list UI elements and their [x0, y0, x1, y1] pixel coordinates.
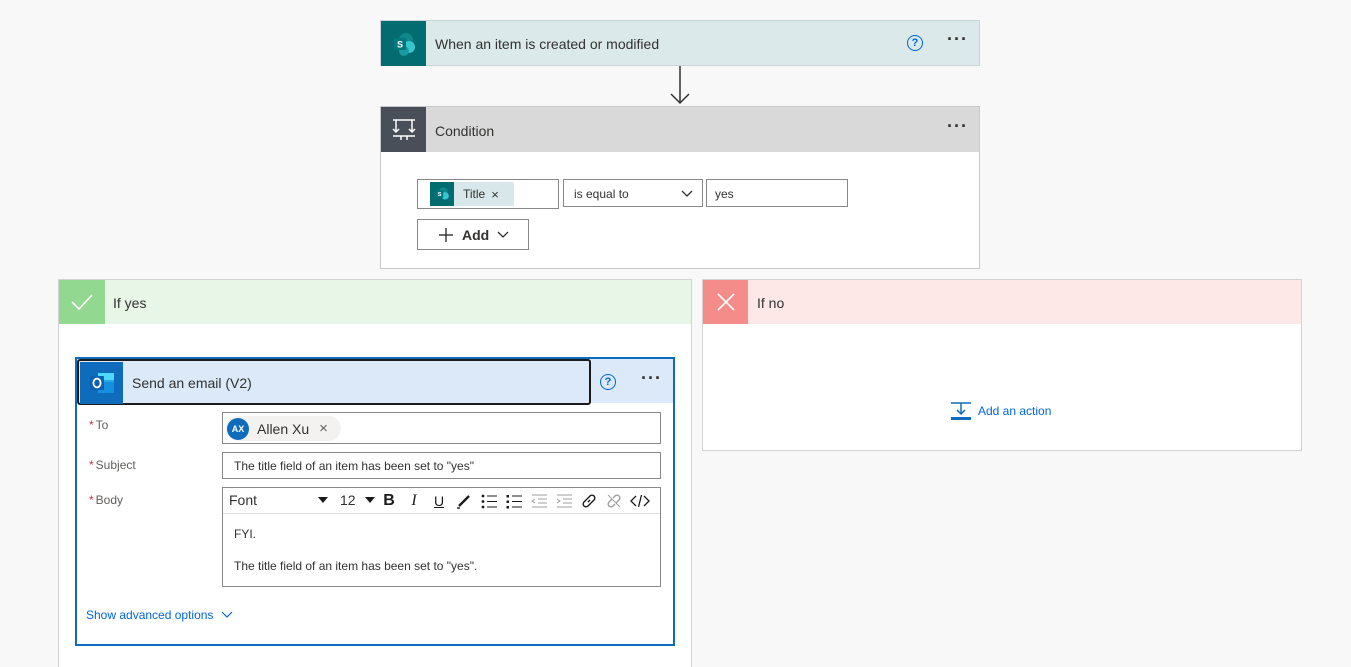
email-header[interactable]: Send an email (V2) [77, 359, 591, 405]
rich-text-toolbar: Font 12 B I U [223, 488, 660, 514]
condition-left-operand[interactable]: S Title × [417, 179, 559, 209]
recipient-chip[interactable]: AX Allen Xu × [226, 416, 341, 441]
check-icon [59, 280, 105, 324]
more-options-icon[interactable]: ··· [947, 117, 968, 135]
add-action-icon [950, 401, 972, 421]
body-line: FYI. [234, 527, 257, 541]
chevron-down-icon [221, 611, 233, 619]
if-no-header [703, 280, 1301, 324]
advanced-label: Show advanced options [86, 608, 214, 622]
to-label: * To [89, 418, 109, 432]
condition-title: Condition [435, 123, 495, 139]
font-size-dropdown[interactable]: 12 [340, 491, 378, 511]
if-yes-title: If yes [113, 295, 147, 311]
underline-icon[interactable]: U [429, 491, 449, 511]
more-options-icon[interactable]: ··· [641, 369, 662, 387]
condition-icon [381, 107, 426, 152]
help-icon[interactable]: ? [600, 374, 616, 390]
increase-indent-icon[interactable] [554, 491, 574, 511]
highlight-pen-icon[interactable] [454, 491, 474, 511]
subject-label: * Subject [89, 458, 136, 472]
show-advanced-options-link[interactable]: Show advanced options [86, 608, 233, 622]
chevron-down-icon [681, 187, 693, 201]
condition-card[interactable]: Condition ··· S Title × is equal to yes … [380, 106, 980, 269]
email-title: Send an email (V2) [132, 375, 252, 391]
send-email-card[interactable]: Send an email (V2) ? ··· * To AX Allen Xu… [75, 357, 675, 646]
if-no-branch: If no Add an action [702, 279, 1302, 451]
unlink-icon[interactable] [604, 491, 624, 511]
svg-text:S: S [396, 39, 402, 49]
sharepoint-icon: S [381, 21, 426, 66]
if-yes-header [59, 280, 691, 324]
trigger-title: When an item is created or modified [435, 36, 660, 52]
subject-input[interactable]: The title field of an item has been set … [222, 452, 661, 479]
outlook-icon [80, 362, 123, 404]
numbered-list-icon[interactable] [504, 491, 524, 511]
body-label: * Body [89, 493, 124, 507]
if-no-title: If no [757, 295, 785, 311]
bold-icon[interactable]: B [379, 491, 399, 511]
avatar: AX [227, 417, 249, 440]
help-icon[interactable]: ? [907, 35, 923, 51]
add-button[interactable]: Add [417, 219, 529, 250]
decrease-indent-icon[interactable] [529, 491, 549, 511]
body-line: The title field of an item has been set … [234, 559, 478, 573]
operator-dropdown[interactable]: is equal to [563, 179, 703, 207]
dynamic-content-token[interactable]: S Title × [430, 182, 514, 206]
body-content[interactable]: FYI. The title field of an item has been… [234, 526, 477, 574]
to-field[interactable]: AX Allen Xu × [222, 412, 661, 444]
recipient-name: Allen Xu [257, 420, 310, 437]
remove-recipient-icon[interactable]: × [319, 420, 328, 437]
condition-value-input[interactable]: yes [706, 179, 848, 207]
operator-value: is equal to [574, 187, 629, 201]
sharepoint-icon: S [430, 182, 454, 206]
link-icon[interactable] [579, 491, 599, 511]
flow-arrow-icon [669, 66, 691, 106]
bullet-list-icon[interactable] [479, 491, 499, 511]
trigger-card[interactable]: S When an item is created or modified ? … [380, 20, 980, 66]
font-dropdown[interactable]: Font [229, 491, 331, 511]
token-label: Title [463, 187, 486, 201]
remove-token-icon[interactable]: × [491, 187, 499, 202]
chevron-down-icon [497, 231, 509, 239]
svg-text:S: S [438, 192, 442, 198]
italic-icon[interactable]: I [404, 491, 424, 511]
add-an-action-link[interactable]: Add an action [950, 401, 1051, 421]
plus-icon [438, 227, 454, 243]
add-action-label: Add an action [978, 404, 1052, 418]
add-label: Add [462, 226, 490, 243]
more-options-icon[interactable]: ··· [947, 30, 968, 48]
close-icon [703, 280, 748, 324]
code-view-icon[interactable] [629, 491, 651, 511]
body-editor[interactable]: Font 12 B I U FYI. The title field of an… [222, 487, 661, 587]
